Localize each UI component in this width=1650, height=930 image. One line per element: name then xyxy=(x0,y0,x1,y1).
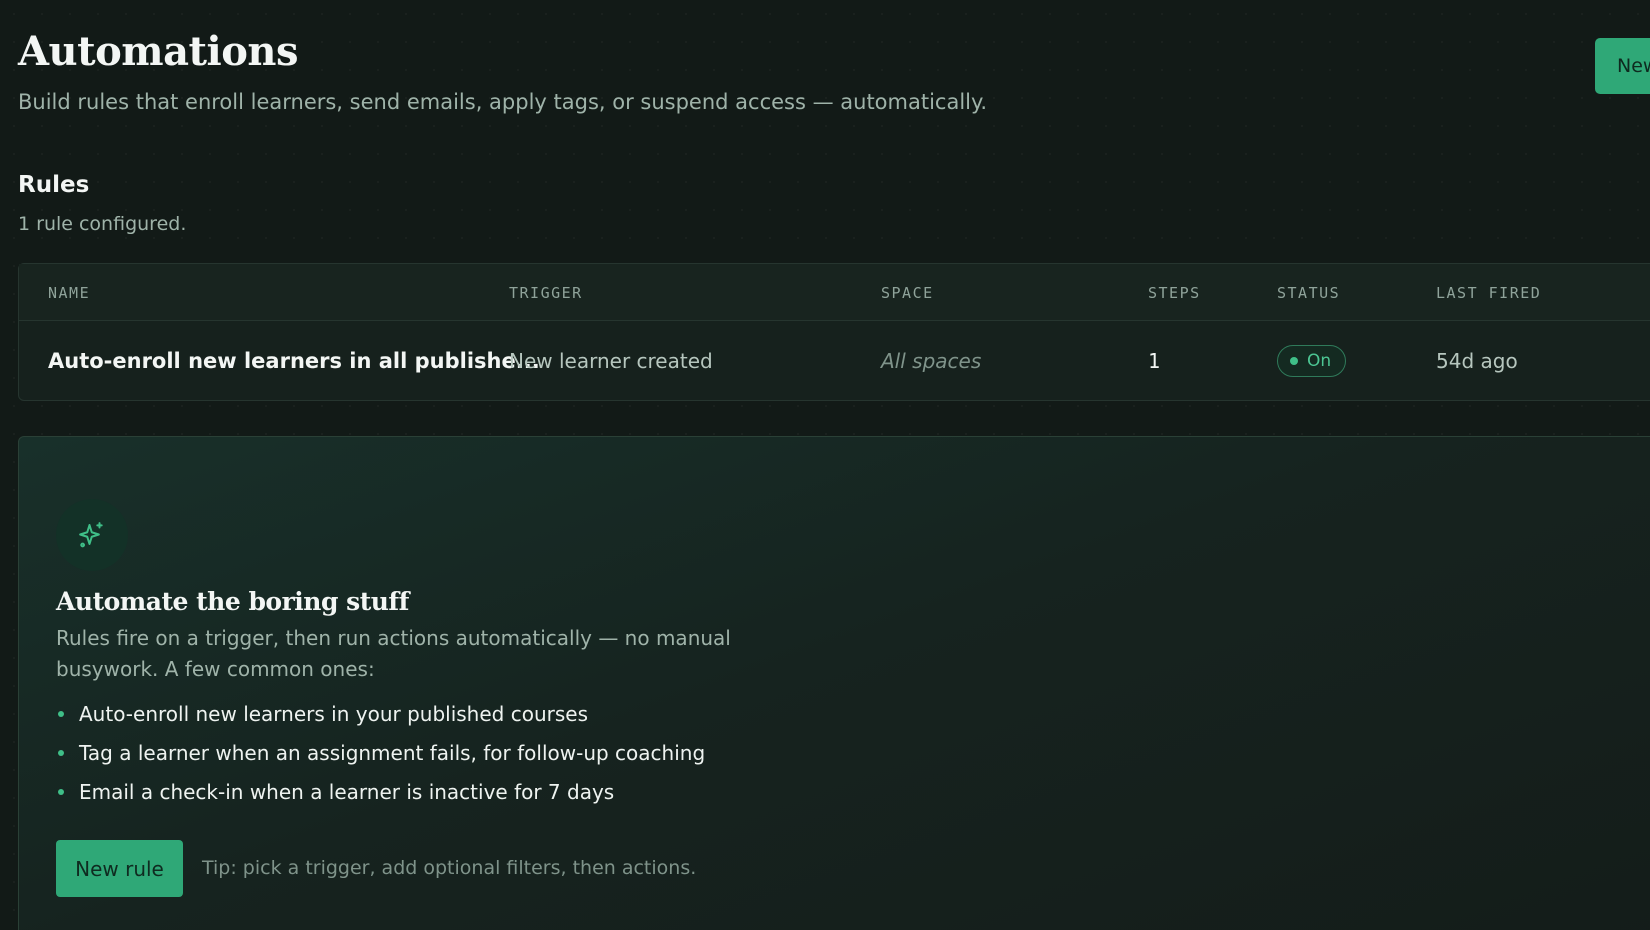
page-title: Automations xyxy=(18,28,298,75)
column-header-trigger: TRIGGER xyxy=(509,284,583,302)
status-label: On xyxy=(1307,351,1332,371)
sparkle-icon xyxy=(56,499,128,571)
rule-last-fired: 54d ago xyxy=(1436,349,1518,373)
column-header-last-fired: LAST FIRED xyxy=(1436,284,1542,302)
rule-name[interactable]: Auto-enroll new learners in all publishe… xyxy=(48,349,540,373)
rules-table: NAME TRIGGER SPACE STEPS STATUS LAST FIR… xyxy=(18,263,1650,401)
column-header-steps: STEPS xyxy=(1148,284,1201,302)
page-subtitle: Build rules that enroll learners, send e… xyxy=(18,90,988,114)
rules-section-title: Rules xyxy=(18,172,90,198)
rules-count: 1 rule configured. xyxy=(18,213,187,235)
new-rule-button[interactable]: New rule xyxy=(56,840,183,897)
empty-state-card: Automate the boring stuff Rules fire on … xyxy=(18,436,1650,930)
new-rule-header-button[interactable]: New rule xyxy=(1595,38,1650,94)
rule-trigger: New learner created xyxy=(509,349,713,373)
table-header: NAME TRIGGER SPACE STEPS STATUS LAST FIR… xyxy=(19,264,1650,321)
column-header-name: NAME xyxy=(48,284,91,302)
tip-text: Tip: pick a trigger, add optional filter… xyxy=(202,857,697,879)
empty-state-description: Rules fire on a trigger, then run action… xyxy=(56,626,731,681)
status-badge[interactable]: On xyxy=(1277,345,1347,377)
list-item: Tag a learner when an assignment fails, … xyxy=(56,740,705,779)
table-row[interactable]: Auto-enroll new learners in all publishe… xyxy=(19,321,1650,401)
status-dot-icon xyxy=(1290,357,1298,365)
empty-state-title: Automate the boring stuff xyxy=(56,587,409,616)
rule-space: All spaces xyxy=(881,349,982,373)
list-item: Email a check-in when a learner is inact… xyxy=(56,779,705,818)
column-header-space: SPACE xyxy=(881,284,934,302)
examples-list: Auto-enroll new learners in your publish… xyxy=(56,701,705,818)
column-header-status: STATUS xyxy=(1277,284,1341,302)
rule-steps: 1 xyxy=(1148,349,1161,373)
list-item: Auto-enroll new learners in your publish… xyxy=(56,701,705,740)
